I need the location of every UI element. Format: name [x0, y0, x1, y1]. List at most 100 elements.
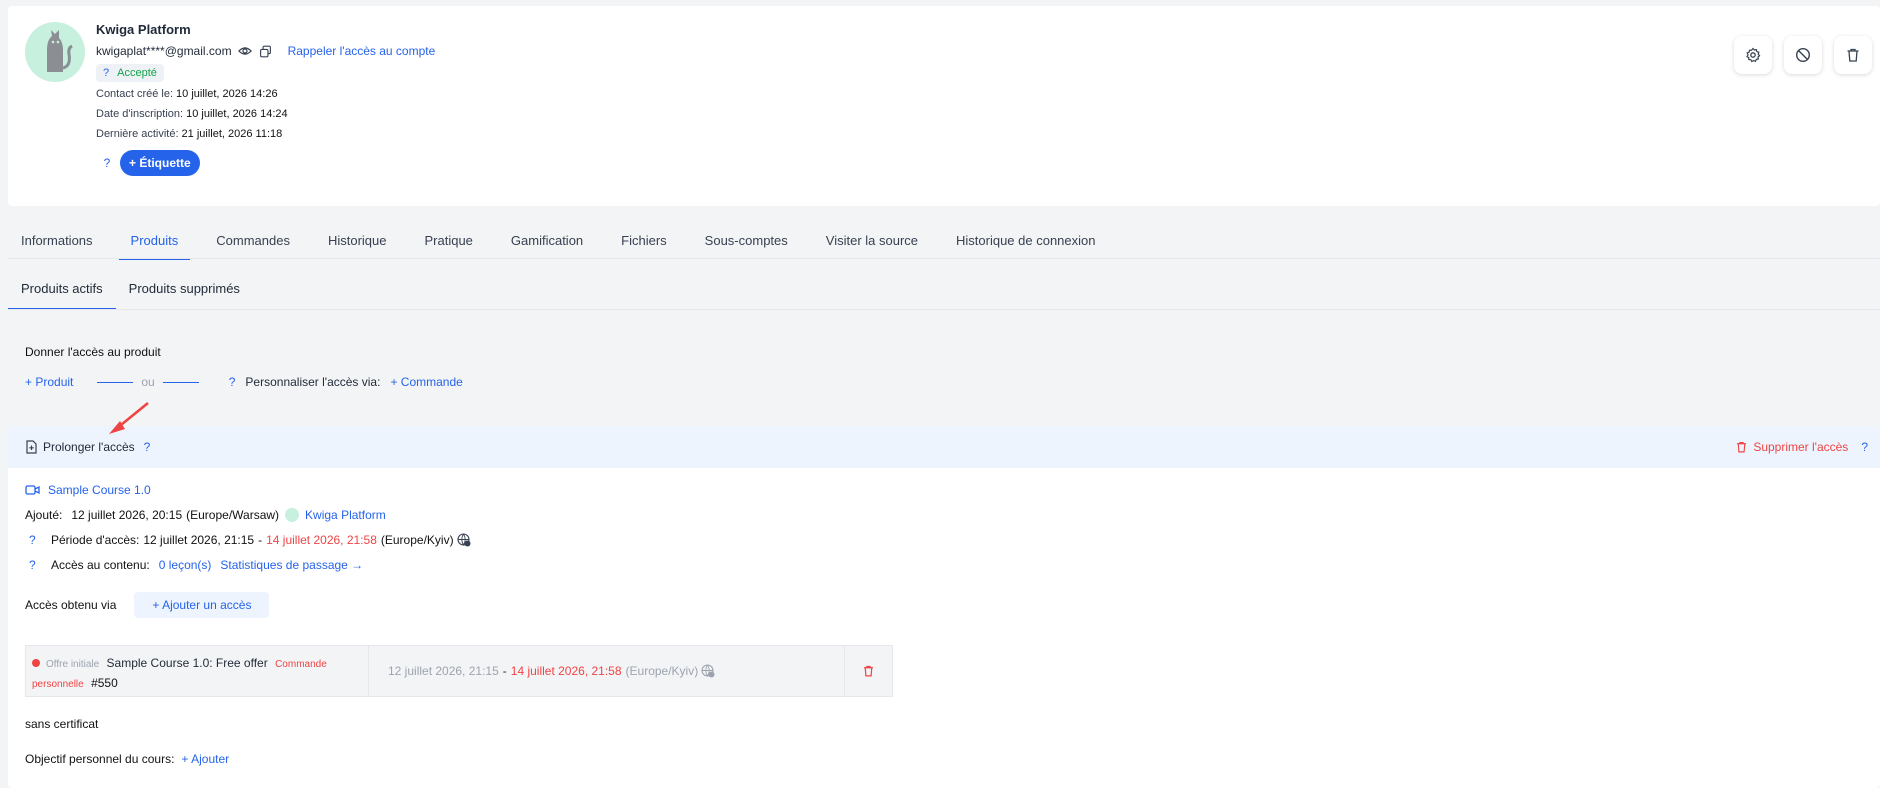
added-row: Ajouté: 12 juillet 2026, 20:15 (Europe/W… — [25, 508, 386, 522]
recall-access-link[interactable]: Rappeler l'accès au compte — [288, 44, 436, 58]
period-label: Période d'accès: — [51, 533, 140, 547]
delete-contact-button[interactable] — [1834, 36, 1872, 74]
product-card: Prolonger l'accès ? Supprimer l'accès ? … — [8, 401, 1880, 788]
give-access-panel: Donner l'accès au produit + Produit ou ?… — [8, 328, 1880, 408]
content-row: ? Accès au contenu: 0 leçon(s) Statistiq… — [25, 558, 363, 572]
tab-visiter-source[interactable]: Visiter la source — [814, 222, 930, 259]
extend-help-icon[interactable]: ? — [144, 440, 151, 454]
extend-access-label: Prolonger l'accès — [43, 440, 135, 454]
add-access-button[interactable]: + Ajouter un accès — [134, 592, 270, 618]
period-row: ? Période d'accès: 12 juillet 2026, 21:1… — [25, 533, 471, 547]
tab-gamification[interactable]: Gamification — [499, 222, 595, 259]
add-goal-link[interactable]: + Ajouter — [181, 752, 229, 766]
offer-row: Offre initiale Sample Course 1.0: Free o… — [25, 645, 893, 697]
lessons-link[interactable]: 0 leçon(s) — [159, 558, 212, 572]
copy-icon[interactable] — [258, 43, 274, 59]
obtained-row: Accès obtenu via + Ajouter un accès — [25, 592, 270, 618]
settings-button[interactable] — [1734, 36, 1772, 74]
block-button[interactable] — [1784, 36, 1822, 74]
added-value: 12 juillet 2026, 20:15 — [71, 508, 183, 522]
created-row: Contact créé le: 10 juillet, 2026 14:26 — [96, 82, 435, 105]
offer-period-cell: 12 juillet 2026, 21:15 - 14 juillet 2026… — [369, 646, 845, 696]
delete-offer-button[interactable] — [845, 646, 892, 696]
tab-fichiers[interactable]: Fichiers — [609, 222, 679, 259]
stats-link[interactable]: Statistiques de passage → — [220, 558, 363, 572]
certificate-row: sans certificat — [25, 717, 98, 731]
period-end: 14 juillet 2026, 21:58 — [266, 533, 377, 547]
goal-label: Objectif personnel du cours: — [25, 752, 175, 766]
offer-badge: Offre initiale — [46, 659, 100, 670]
period-start: 12 juillet 2026, 21:15 — [143, 533, 255, 547]
order-number-link[interactable]: #550 — [91, 676, 118, 690]
divider-line — [97, 381, 134, 383]
period-help-icon[interactable]: ? — [29, 533, 51, 547]
tab-produits[interactable]: Produits — [118, 222, 191, 260]
activity-value: 21 juillet, 2026 11:18 — [181, 127, 283, 140]
main-tabs: Informations Produits Commandes Historiq… — [8, 222, 1122, 260]
subtabs-divider — [8, 309, 1880, 310]
gear-icon — [1746, 47, 1761, 63]
tab-commandes[interactable]: Commandes — [204, 222, 302, 259]
offer-end: 14 juillet 2026, 21:58 — [510, 664, 622, 678]
avatar — [25, 22, 85, 82]
give-access-title: Donner l'accès au produit — [25, 345, 161, 359]
contact-name: Kwiga Platform — [96, 22, 191, 37]
tab-historique-connexion[interactable]: Historique de connexion — [944, 222, 1107, 259]
add-order-link[interactable]: + Commande — [390, 375, 462, 389]
globe-clock-icon — [701, 664, 715, 678]
tab-historique[interactable]: Historique — [316, 222, 399, 259]
goal-row: Objectif personnel du cours: + Ajouter — [25, 752, 229, 766]
offer-sep: - — [502, 664, 507, 678]
or-label: ou — [141, 375, 155, 389]
divider-line — [162, 381, 199, 383]
status-badge: ? Accepté — [96, 64, 164, 82]
offer-tz: (Europe/Kyiv) — [625, 664, 699, 678]
trash-icon — [1847, 48, 1859, 62]
order-type-1: Commande — [275, 659, 327, 670]
period-sep: - — [258, 533, 263, 547]
eye-icon[interactable] — [237, 43, 253, 59]
order-type-2: personnelle — [32, 679, 84, 690]
status-help-icon[interactable]: ? — [103, 67, 109, 79]
added-by-link[interactable]: Kwiga Platform — [305, 508, 386, 522]
tabs-divider — [8, 258, 1880, 259]
obtained-label: Accès obtenu via — [25, 598, 117, 612]
customize-help-icon[interactable]: ? — [229, 375, 236, 389]
page-root: Kwiga Platform kwigaplat****@gmail.com R… — [0, 0, 1880, 788]
activity-row: Dernière activité: 21 juillet, 2026 11:18 — [96, 122, 435, 145]
tab-pratique[interactable]: Pratique — [412, 222, 484, 259]
content-help-icon[interactable]: ? — [29, 558, 51, 572]
trash-icon — [1737, 441, 1747, 453]
trash-icon — [864, 665, 873, 677]
subtab-produits-supprimes[interactable]: Produits supprimés — [116, 267, 253, 310]
delete-access-button[interactable]: Supprimer l'accès — [1735, 440, 1848, 454]
created-value: 10 juillet, 2026 14:26 — [176, 87, 278, 100]
registered-row: Date d'inscription: 10 juillet, 2026 14:2… — [96, 105, 435, 122]
product-header: Prolonger l'accès ? Supprimer l'accès ? — [8, 401, 1880, 468]
delete-help-icon[interactable]: ? — [1861, 440, 1868, 454]
add-product-link[interactable]: + Produit — [25, 375, 73, 389]
offer-info-cell: Offre initiale Sample Course 1.0: Free o… — [26, 646, 369, 696]
subtab-produits-actifs[interactable]: Produits actifs — [8, 267, 116, 310]
created-label: Contact créé le: — [96, 87, 174, 100]
registered-label: Date d'inscription: — [96, 107, 184, 120]
sub-tabs: Produits actifs Produits supprimés — [8, 267, 253, 310]
kwiga-avatar-icon — [285, 508, 300, 522]
add-tag-button[interactable]: + Étiquette — [120, 150, 200, 176]
extend-access-button[interactable]: Prolonger l'accès — [25, 440, 135, 454]
added-label: Ajouté: — [25, 508, 63, 522]
course-link[interactable]: Sample Course 1.0 — [25, 483, 151, 497]
registered-value: 10 juillet, 2026 14:24 — [186, 107, 288, 120]
tag-help-icon[interactable]: ? — [96, 156, 118, 170]
content-label: Accès au contenu: — [51, 558, 150, 572]
block-icon — [1795, 47, 1811, 63]
offer-name: Sample Course 1.0: Free offer — [106, 656, 268, 670]
activity-label: Dernière activité: — [96, 127, 179, 140]
contact-email: kwigaplat****@gmail.com — [96, 44, 232, 58]
video-icon — [25, 485, 40, 495]
tab-sous-comptes[interactable]: Sous-comptes — [693, 222, 800, 259]
added-tz: (Europe/Warsaw) — [186, 508, 280, 522]
status-dot — [32, 659, 40, 667]
tab-informations[interactable]: Informations — [8, 222, 105, 259]
pointer-arrow-annotation — [106, 400, 152, 439]
